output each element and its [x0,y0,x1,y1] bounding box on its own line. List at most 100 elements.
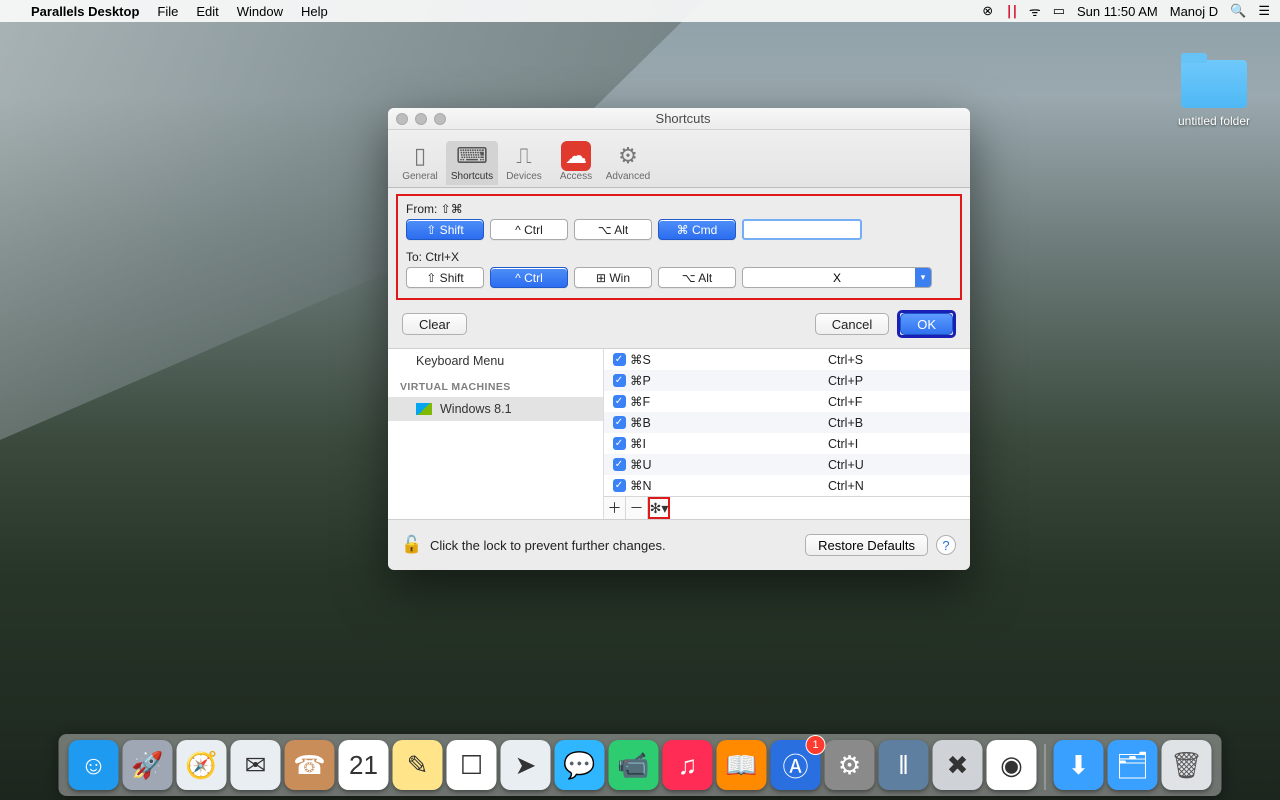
chevron-down-icon: ▾ [915,268,931,287]
to-cell: Ctrl+P [828,374,970,388]
menu-window[interactable]: Window [228,4,292,19]
shortcut-editor: From: ⇧⌘ ⇧ Shift ^ Ctrl ⌥ Alt ⌘ Cmd To: … [396,194,962,300]
gear-icon: ⚙ [602,141,654,171]
to-shift-button[interactable]: ⇧ Shift [406,267,484,288]
desktop-folder[interactable]: untitled folder [1174,60,1254,128]
table-row[interactable]: ✓⌘NCtrl+N [604,475,970,496]
menu-help[interactable]: Help [292,4,337,19]
phone-icon: ▯ [394,141,446,171]
cloud-icon: ☁ [561,141,591,171]
ok-button[interactable]: OK [900,313,953,335]
to-cell: Ctrl+F [828,395,970,409]
to-win-button[interactable]: ⊞ Win [574,267,652,288]
to-key-select[interactable]: X ▾ [742,267,932,288]
checkbox-icon[interactable]: ✓ [613,416,626,429]
dock-sysprefs[interactable]: ⚙ [825,740,875,790]
remove-button[interactable]: － [626,497,648,519]
tab-advanced[interactable]: ⚙ Advanced [602,141,654,185]
dock-appstore[interactable]: Ⓐ [771,740,821,790]
usb-icon: ⎍ [498,141,550,171]
from-cell: ⌘B [628,415,828,430]
dock-maps[interactable]: ➤ [501,740,551,790]
checkbox-icon[interactable]: ✓ [613,458,626,471]
menu-edit[interactable]: Edit [187,4,227,19]
user-menu[interactable]: Manoj D [1170,4,1218,19]
clear-button[interactable]: Clear [402,313,467,335]
spotlight-icon[interactable]: 🔍 [1230,3,1246,19]
tab-access[interactable]: ☁ Access [550,141,602,185]
parallels-status-icon[interactable]: ⊗ [982,3,993,19]
from-cell: ⌘N [628,478,828,493]
dock-docs[interactable]: 🗂 [1108,740,1158,790]
zoom-icon[interactable] [434,113,446,125]
help-button[interactable]: ? [936,535,956,555]
dock-utility[interactable]: ✖ [933,740,983,790]
to-cell: Ctrl+U [828,458,970,472]
dock-mail[interactable]: ✉ [231,740,281,790]
menu-file[interactable]: File [148,4,187,19]
from-cell: ⌘P [628,373,828,388]
sidebar-item-windows81[interactable]: Windows 8.1 [388,397,603,421]
to-alt-button[interactable]: ⌥ Alt [658,267,736,288]
dock-safari[interactable]: 🧭 [177,740,227,790]
table-row[interactable]: ✓⌘FCtrl+F [604,391,970,412]
from-key-input[interactable] [742,219,862,240]
table-row[interactable]: ✓⌘SCtrl+S [604,349,970,370]
from-alt-button[interactable]: ⌥ Alt [574,219,652,240]
windows-icon [416,403,432,415]
pause-icon[interactable]: || [1005,4,1017,19]
add-button[interactable]: ＋ [604,497,626,519]
from-ctrl-button[interactable]: ^ Ctrl [490,219,568,240]
dock: ☺🚀🧭✉☎21✎☐➤💬📹♫📖Ⓐ⚙‖✖◉ ⬇🗂🗑 [59,734,1222,796]
lock-icon[interactable]: 🔓 [402,535,422,555]
table-row[interactable]: ✓⌘BCtrl+B [604,412,970,433]
dock-facetime[interactable]: 📹 [609,740,659,790]
dock-reminders[interactable]: ☐ [447,740,497,790]
tab-general[interactable]: ▯ General [394,141,446,185]
table-row[interactable]: ✓⌘PCtrl+P [604,370,970,391]
cancel-button[interactable]: Cancel [815,313,889,335]
dock-finder[interactable]: ☺ [69,740,119,790]
shortcuts-sidebar: Keyboard Menu VIRTUAL MACHINES Windows 8… [388,349,604,519]
shortcut-table[interactable]: ✓⌘SCtrl+S✓⌘PCtrl+P✓⌘FCtrl+F✓⌘BCtrl+B✓⌘IC… [604,349,970,496]
dock-notes[interactable]: ✎ [393,740,443,790]
dock-downloads[interactable]: ⬇ [1054,740,1104,790]
dock-chrome[interactable]: ◉ [987,740,1037,790]
close-icon[interactable] [396,113,408,125]
checkbox-icon[interactable]: ✓ [613,479,626,492]
clock[interactable]: Sun 11:50 AM [1077,4,1158,19]
dock-ibooks[interactable]: 📖 [717,740,767,790]
battery-icon[interactable]: ▭ [1053,3,1065,19]
dock-launchpad[interactable]: 🚀 [123,740,173,790]
to-ctrl-button[interactable]: ^ Ctrl [490,267,568,288]
prefs-toolbar: ▯ General ⌨ Shortcuts ⎍ Devices ☁ Access… [388,130,970,188]
tab-shortcuts[interactable]: ⌨ Shortcuts [446,141,498,185]
to-label: To: Ctrl+X [406,250,952,264]
checkbox-icon[interactable]: ✓ [613,353,626,366]
dock-calendar[interactable]: 21 [339,740,389,790]
wifi-icon[interactable]: ᯤ [1029,2,1041,20]
table-row[interactable]: ✓⌘UCtrl+U [604,454,970,475]
dock-messages[interactable]: 💬 [555,740,605,790]
minimize-icon[interactable] [415,113,427,125]
from-shift-button[interactable]: ⇧ Shift [406,219,484,240]
shortcuts-window: Shortcuts ▯ General ⌨ Shortcuts ⎍ Device… [388,108,970,570]
table-row[interactable]: ✓⌘ICtrl+I [604,433,970,454]
dock-separator [1045,744,1046,790]
dock-contacts[interactable]: ☎ [285,740,335,790]
tab-devices[interactable]: ⎍ Devices [498,141,550,185]
restore-defaults-button[interactable]: Restore Defaults [805,534,928,556]
checkbox-icon[interactable]: ✓ [613,437,626,450]
dock-parallels[interactable]: ‖ [879,740,929,790]
checkbox-icon[interactable]: ✓ [613,395,626,408]
from-cmd-button[interactable]: ⌘ Cmd [658,219,736,240]
app-menu[interactable]: Parallels Desktop [22,4,148,19]
dock-trash[interactable]: 🗑 [1162,740,1212,790]
from-cell: ⌘F [628,394,828,409]
dock-itunes[interactable]: ♫ [663,740,713,790]
checkbox-icon[interactable]: ✓ [613,374,626,387]
action-menu-button[interactable]: ✻▾ [648,497,670,519]
sidebar-item-keyboard-menu[interactable]: Keyboard Menu [388,349,603,373]
notifications-icon[interactable]: ☰ [1258,3,1270,19]
lock-text: Click the lock to prevent further change… [430,538,666,553]
